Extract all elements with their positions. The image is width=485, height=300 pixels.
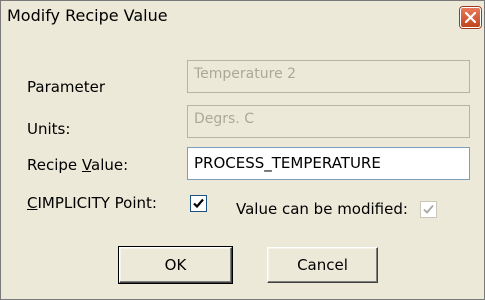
parameter-field: Temperature 2 bbox=[187, 60, 470, 93]
window-title: Modify Recipe Value bbox=[7, 6, 168, 25]
recipe-value-label-accelerator: V bbox=[81, 156, 92, 174]
units-label: Units: bbox=[27, 120, 71, 138]
value-modifiable-label: Value can be modified: bbox=[236, 200, 408, 218]
cimplicity-point-label: CIMPLICITY Point: bbox=[27, 194, 157, 212]
recipe-value-label-suffix: alue: bbox=[91, 156, 129, 174]
value-modifiable-checkbox bbox=[420, 201, 437, 218]
close-button[interactable] bbox=[460, 7, 481, 28]
cimplicity-label-suffix: IMPLICITY Point: bbox=[37, 194, 157, 212]
recipe-value-input[interactable]: PROCESS_TEMPERATURE bbox=[187, 147, 470, 180]
cimplicity-label-accelerator: C bbox=[27, 194, 38, 212]
parameter-label: Parameter bbox=[27, 78, 106, 96]
cimplicity-point-checkbox[interactable] bbox=[190, 195, 207, 212]
modify-recipe-value-dialog: Modify Recipe Value Parameter Temperatur… bbox=[0, 0, 485, 300]
ok-button[interactable]: OK bbox=[118, 246, 233, 284]
units-field: Degrs. C bbox=[187, 105, 470, 138]
recipe-value-label: Recipe Value: bbox=[27, 156, 128, 174]
recipe-value-label-prefix: Recipe bbox=[27, 156, 82, 174]
cancel-button[interactable]: Cancel bbox=[267, 247, 378, 283]
title-bar[interactable]: Modify Recipe Value bbox=[1, 1, 484, 31]
